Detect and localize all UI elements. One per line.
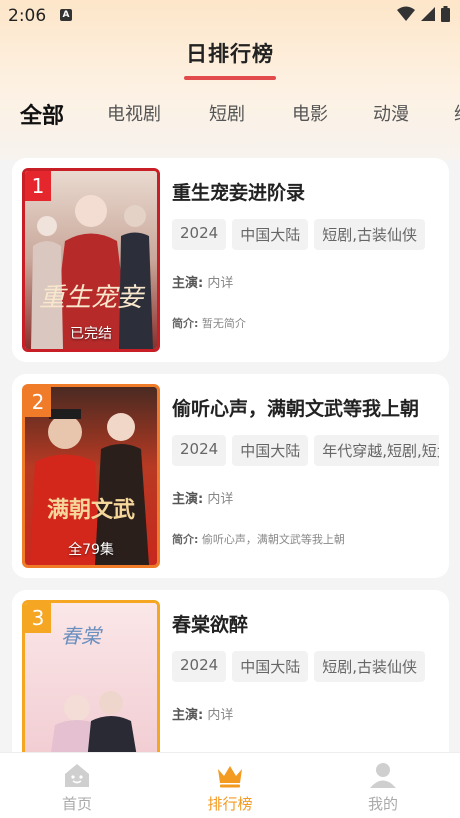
- synopsis-line: 简介: 暂无简介: [172, 317, 246, 330]
- status-icons: [397, 6, 450, 22]
- drama-info: 重生宠妾进阶录 2024 中国大陆 短剧,古装仙侠 主演: 内详 简介: 暂无简…: [172, 178, 439, 331]
- user-icon: [370, 763, 396, 788]
- rank-badge: 3: [25, 603, 51, 633]
- nav-home[interactable]: 首页: [27, 761, 127, 814]
- status-bar: 2:06 A: [0, 0, 460, 32]
- nav-ranking-label: 排行榜: [207, 795, 253, 813]
- year-tag: 2024: [172, 219, 227, 250]
- rank-badge: 1: [25, 171, 51, 201]
- page-header: 日排行榜: [0, 38, 460, 80]
- wifi-icon: [397, 6, 415, 21]
- tag-list: 2024 中国大陆 年代穿越,短剧,短大: [172, 435, 439, 466]
- cast-line: 主演: 内详: [172, 492, 234, 507]
- svg-text:春棠: 春棠: [61, 624, 103, 648]
- svg-text:满朝文武: 满朝文武: [47, 497, 135, 523]
- notification-icon: A: [60, 9, 72, 21]
- drama-card[interactable]: 满朝文武 2 全79集 偷听心声，满朝文武等我上朝 2024 中国大陆 年代穿越…: [12, 374, 449, 578]
- region-tag: 中国大陆: [232, 651, 309, 682]
- episode-status: 全79集: [68, 542, 114, 558]
- tab-variety[interactable]: 综: [454, 100, 460, 126]
- tag-list: 2024 中国大陆 短剧,古装仙侠: [172, 651, 439, 682]
- svg-text:重生宠妾: 重生宠妾: [39, 283, 146, 313]
- nav-profile-label: 我的: [367, 795, 398, 813]
- bottom-nav: 首页 排行榜 我的: [0, 752, 460, 818]
- page-title: 日排行榜: [186, 42, 274, 66]
- tab-short-drama[interactable]: 短剧: [209, 100, 245, 126]
- tab-movie[interactable]: 电影: [292, 100, 328, 126]
- nav-home-label: 首页: [61, 795, 92, 813]
- drama-poster[interactable]: 重生宠妾 1 已完结: [22, 168, 160, 352]
- drama-info: 偷听心声，满朝文武等我上朝 2024 中国大陆 年代穿越,短剧,短大 主演: 内…: [172, 394, 439, 547]
- drama-title[interactable]: 偷听心声，满朝文武等我上朝: [172, 394, 439, 421]
- tab-all[interactable]: 全部: [16, 98, 69, 131]
- year-tag: 2024: [172, 435, 227, 466]
- status-time: 2:06: [8, 6, 47, 26]
- drama-title[interactable]: 重生宠妾进阶录: [172, 178, 439, 205]
- drama-title[interactable]: 春棠欲醉: [172, 610, 439, 637]
- cast-line: 主演: 内详: [172, 708, 234, 723]
- synopsis-line: 简介: 偷听心声，满朝文武等我上朝: [172, 533, 345, 546]
- battery-icon: [441, 6, 450, 22]
- title-underline: [184, 76, 276, 80]
- episode-status: 已完结: [70, 326, 112, 342]
- tab-tv-series[interactable]: 电视剧: [107, 100, 161, 126]
- genre-tag: 短剧,古装仙侠: [314, 651, 425, 682]
- category-tabs: 全部 电视剧 短剧 电影 动漫 综: [0, 100, 460, 132]
- cast-line: 主演: 内详: [172, 276, 234, 291]
- year-tag: 2024: [172, 651, 227, 682]
- tag-list: 2024 中国大陆 短剧,古装仙侠: [172, 219, 439, 250]
- nav-ranking[interactable]: 排行榜: [180, 761, 280, 814]
- genre-tag: 短剧,古装仙侠: [314, 219, 425, 250]
- tab-anime[interactable]: 动漫: [373, 100, 409, 126]
- drama-info: 春棠欲醉 2024 中国大陆 短剧,古装仙侠 主演: 内详: [172, 610, 439, 723]
- signal-icon: [421, 7, 435, 21]
- rank-badge: 2: [25, 387, 51, 417]
- nav-profile[interactable]: 我的: [333, 761, 433, 814]
- drama-card[interactable]: 重生宠妾 1 已完结 重生宠妾进阶录 2024 中国大陆 短剧,古装仙侠 主演:…: [12, 158, 449, 362]
- region-tag: 中国大陆: [232, 435, 309, 466]
- home-icon: [65, 764, 89, 787]
- crown-icon: [218, 766, 242, 788]
- drama-poster[interactable]: 满朝文武 2 全79集: [22, 384, 160, 568]
- genre-tag: 年代穿越,短剧,短大: [314, 435, 439, 466]
- region-tag: 中国大陆: [232, 219, 309, 250]
